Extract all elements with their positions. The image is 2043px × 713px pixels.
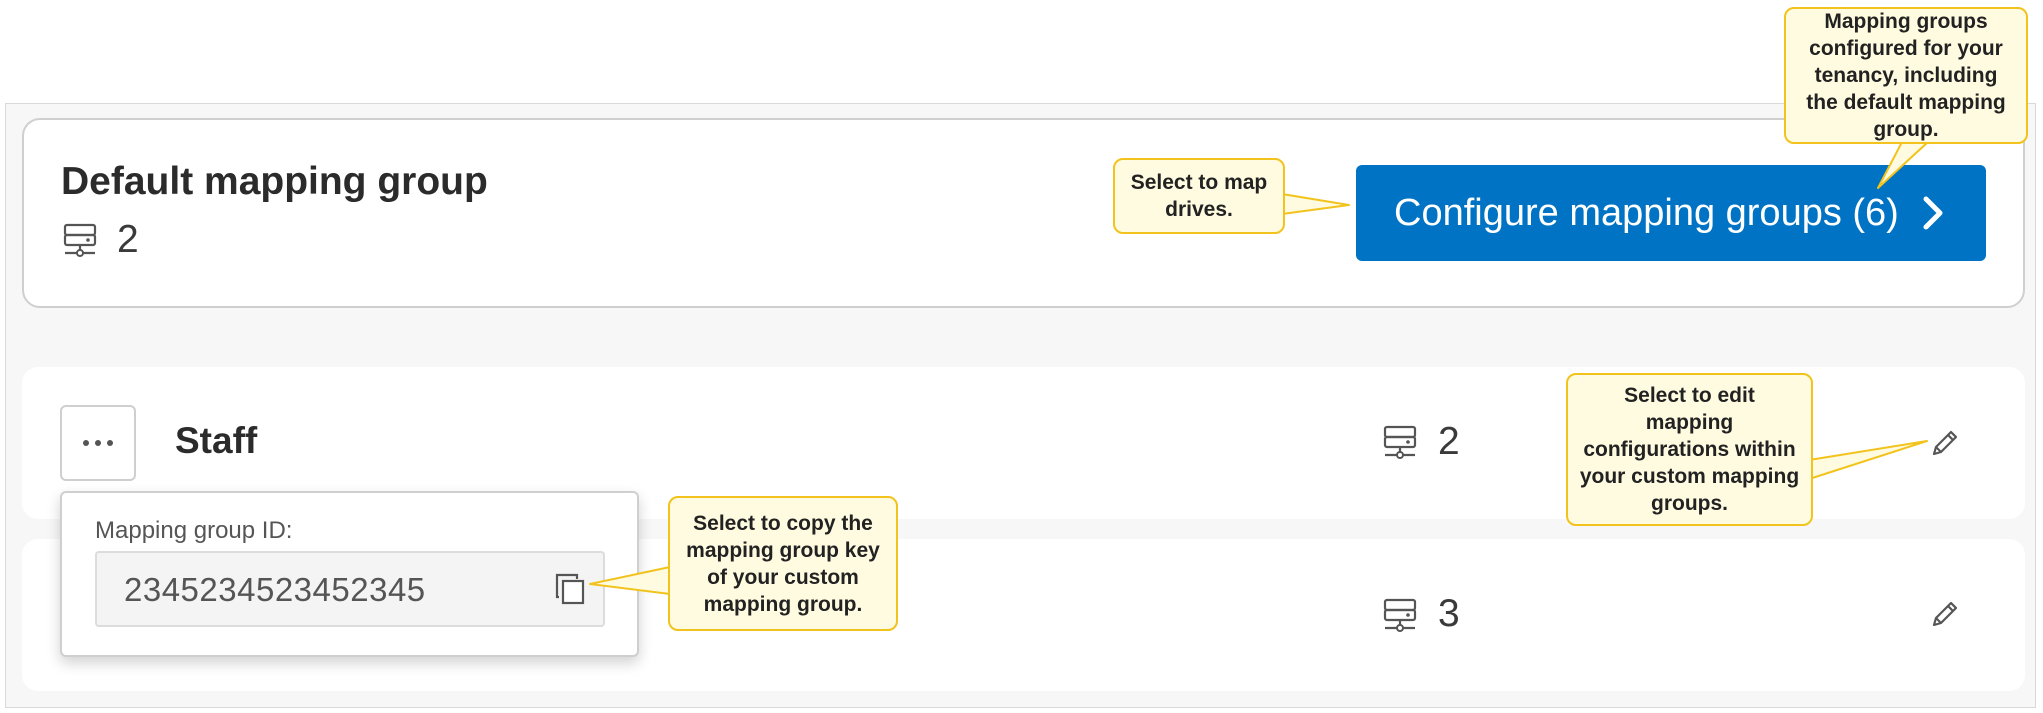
more-options-button[interactable] — [60, 405, 136, 481]
network-drive-icon — [1383, 425, 1417, 459]
mapping-group-id-field[interactable]: 2345234523452345 — [95, 551, 605, 627]
network-drive-icon — [63, 223, 97, 257]
configure-mapping-groups-label: Configure mapping groups (6) — [1394, 191, 1899, 234]
group-name: Staff — [175, 420, 258, 461]
group-drive-count: 3 — [1438, 592, 1460, 635]
network-drive-icon — [1383, 598, 1417, 632]
pencil-icon[interactable] — [1929, 427, 1961, 459]
group-drive-count: 2 — [1438, 420, 1460, 463]
chevron-right-icon — [1923, 196, 1943, 230]
callout-copy-key: Select to copy the mapping group key of … — [668, 496, 898, 631]
copy-icon[interactable] — [555, 573, 585, 605]
pencil-icon[interactable] — [1929, 598, 1961, 630]
default-group-drive-count: 2 — [117, 218, 139, 261]
mapping-group-id-label: Mapping group ID: — [95, 517, 293, 544]
mapping-group-id-popover: Mapping group ID: 2345234523452345 — [60, 491, 639, 657]
configure-mapping-groups-button[interactable]: Configure mapping groups (6) — [1356, 165, 1986, 261]
callout-map-drives: Select to map drives. — [1113, 158, 1285, 234]
callout-mapping-groups: Mapping groups configured for your tenan… — [1784, 7, 2028, 144]
default-group-title: Default mapping group — [61, 160, 488, 203]
callout-edit-mapping: Select to edit mapping configurations wi… — [1566, 373, 1813, 526]
more-horizontal-icon — [83, 440, 89, 446]
mapping-group-id-value: 2345234523452345 — [124, 571, 426, 608]
